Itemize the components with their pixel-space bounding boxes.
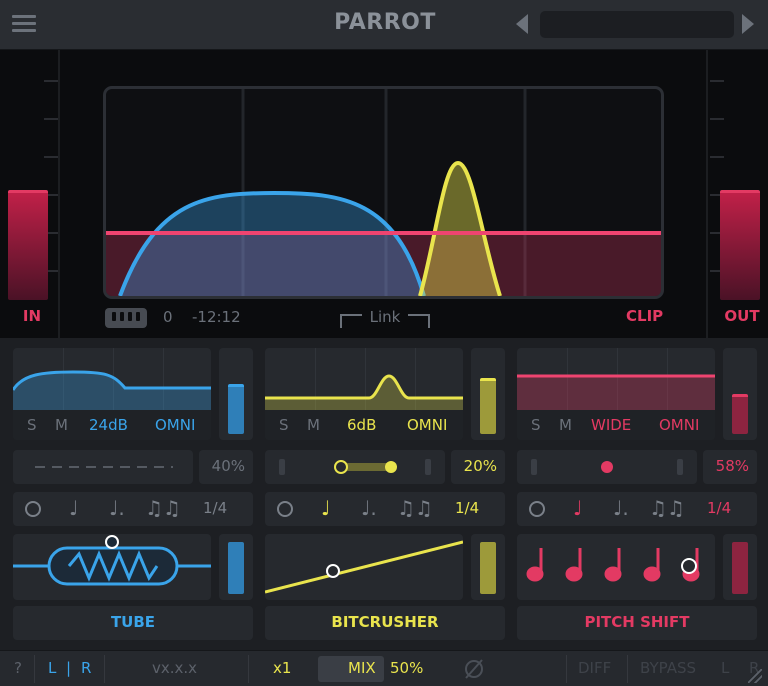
pitch-mode-tab[interactable]: OMNI [659,416,699,434]
clock-icon[interactable] [25,501,41,517]
pitch-mid-tab[interactable]: M [559,416,572,434]
modules-panel: S M 24dB OMNI 40% ♩ ♩. ♫♫ 1/4 TUBE S M 6… [0,338,768,650]
hamburger-menu-icon[interactable] [10,12,38,36]
bitcrusher-band-fill [420,163,500,296]
oversample-button[interactable]: x1 [273,659,291,677]
clock-icon[interactable] [529,501,545,517]
pitch-mix-fader[interactable] [723,534,757,600]
tube-label[interactable]: TUBE [13,606,253,640]
tube-gain-value[interactable]: 24dB [89,416,128,434]
diff-button[interactable]: DIFF [578,659,611,677]
bitcrusher-side-tab[interactable]: S [279,416,289,434]
band-curves [106,89,661,296]
tube-mid-tab[interactable]: M [55,416,68,434]
input-meter: IN [0,50,60,338]
clip-toggle[interactable]: CLIP [626,307,663,325]
output-label: OUT [724,307,760,325]
bitcrusher-mix-fader[interactable] [471,534,505,600]
tube-amount-box[interactable]: 40% [199,450,253,484]
tube-band-fill [120,193,424,296]
pitch-side-tab[interactable]: S [531,416,541,434]
help-button[interactable]: ? [14,659,22,677]
mix-label: MIX [348,659,376,677]
triplet-notes-icon[interactable]: ♫♫ [649,496,685,520]
bitcrusher-curve-box[interactable]: S M 6dB OMNI [265,348,463,440]
tube-output-fader[interactable] [219,348,253,440]
time-value: -12:12 [192,308,241,326]
version-label: vx.x.x [152,659,198,677]
tube-side-tab[interactable]: S [27,416,37,434]
pitch-rate-value[interactable]: 1/4 [707,499,731,517]
tube-amount-slider[interactable] [13,450,193,484]
input-level-bar[interactable] [8,190,48,300]
pitch-curve-box[interactable]: S M WIDE OMNI [517,348,715,440]
tube-curve-box[interactable]: S M 24dB OMNI [13,348,211,440]
tube-rate-value[interactable]: 1/4 [203,499,227,517]
bitcrusher-amount-slider[interactable] [265,450,445,484]
dotted-note-icon[interactable]: ♩. [613,496,629,520]
clock-icon[interactable] [277,501,293,517]
pitch-shift-shape-curve [517,374,715,410]
preset-prev-arrow-icon[interactable] [516,14,528,34]
quarter-note-icon[interactable]: ♩ [573,496,582,520]
bypass-left-button[interactable]: L [721,659,729,677]
output-level-bar[interactable] [720,190,760,300]
triplet-notes-icon[interactable]: ♫♫ [397,496,433,520]
channel-separator: | [66,659,72,677]
module-bitcrusher: S M 6dB OMNI 20% ♩ ♩. ♫♫ 1/4 BITCRUSHER [265,348,505,640]
tube-amount-value: 40% [211,457,245,475]
pitch-notes-box[interactable] [517,534,715,600]
resize-handle-icon[interactable] [748,669,762,683]
mix-value[interactable]: 50% [390,659,423,677]
phase-invert-icon[interactable] [462,657,486,681]
quarter-note-icon[interactable]: ♩ [321,496,330,520]
bitcrusher-shape-box[interactable] [265,534,463,600]
input-label: IN [22,307,42,325]
tube-shape-curve [13,370,211,410]
band-display[interactable] [103,86,664,299]
quarter-note-icon[interactable]: ♩ [69,496,78,520]
bitcrusher-shape-curve [265,374,463,410]
bitcrusher-output-fader[interactable] [471,348,505,440]
triplet-notes-icon[interactable]: ♫♫ [145,496,181,520]
tube-mix-fader[interactable] [219,534,253,600]
position-value: 0 [163,308,173,326]
app-title: PARROT [334,10,436,35]
module-pitch-shift: S M WIDE OMNI 58% ♩ ♩. ♫♫ 1/4 PITCH SHIF… [517,348,757,640]
output-meter: OUT [706,50,766,338]
bitcrusher-amount-value: 20% [463,457,497,475]
bitcrusher-gain-value[interactable]: 6dB [347,416,376,434]
pitch-shift-label[interactable]: PITCH SHIFT [517,606,757,640]
pitch-amount-value: 58% [715,457,749,475]
header-bar: PARROT [0,0,768,50]
pitch-output-fader[interactable] [723,348,757,440]
pitch-amount-box[interactable]: 58% [703,450,757,484]
visualizer-area: IN OUT 0 -12:12 Link CLIP [0,50,768,338]
bypass-button[interactable]: BYPASS [640,659,696,677]
pitch-width-tab[interactable]: WIDE [591,416,631,434]
preset-next-arrow-icon[interactable] [742,14,754,34]
tube-shape-box[interactable] [13,534,211,600]
right-channel-button[interactable]: R [81,659,91,677]
tube-rate-row: ♩ ♩. ♫♫ 1/4 [13,492,253,526]
link-toggle[interactable]: Link [340,308,430,326]
bitcrusher-rate-value[interactable]: 1/4 [455,499,479,517]
bitcrusher-mode-tab[interactable]: OMNI [407,416,447,434]
piano-keys-icon[interactable] [105,308,147,328]
bottom-bar: ? L | R vx.x.x x1 MIX 50% DIFF BYPASS L … [0,650,768,686]
pitch-amount-slider[interactable] [517,450,697,484]
bitcrusher-rate-row: ♩ ♩. ♫♫ 1/4 [265,492,505,526]
bitcrusher-label[interactable]: BITCRUSHER [265,606,505,640]
preset-selector[interactable] [540,11,734,38]
dotted-note-icon[interactable]: ♩. [109,496,125,520]
dotted-note-icon[interactable]: ♩. [361,496,377,520]
pitch-rate-row: ♩ ♩. ♫♫ 1/4 [517,492,757,526]
left-channel-button[interactable]: L [48,659,56,677]
module-tube: S M 24dB OMNI 40% ♩ ♩. ♫♫ 1/4 TUBE [13,348,253,640]
tube-mode-tab[interactable]: OMNI [155,416,195,434]
bitcrusher-amount-box[interactable]: 20% [451,450,505,484]
bitcrusher-mid-tab[interactable]: M [307,416,320,434]
